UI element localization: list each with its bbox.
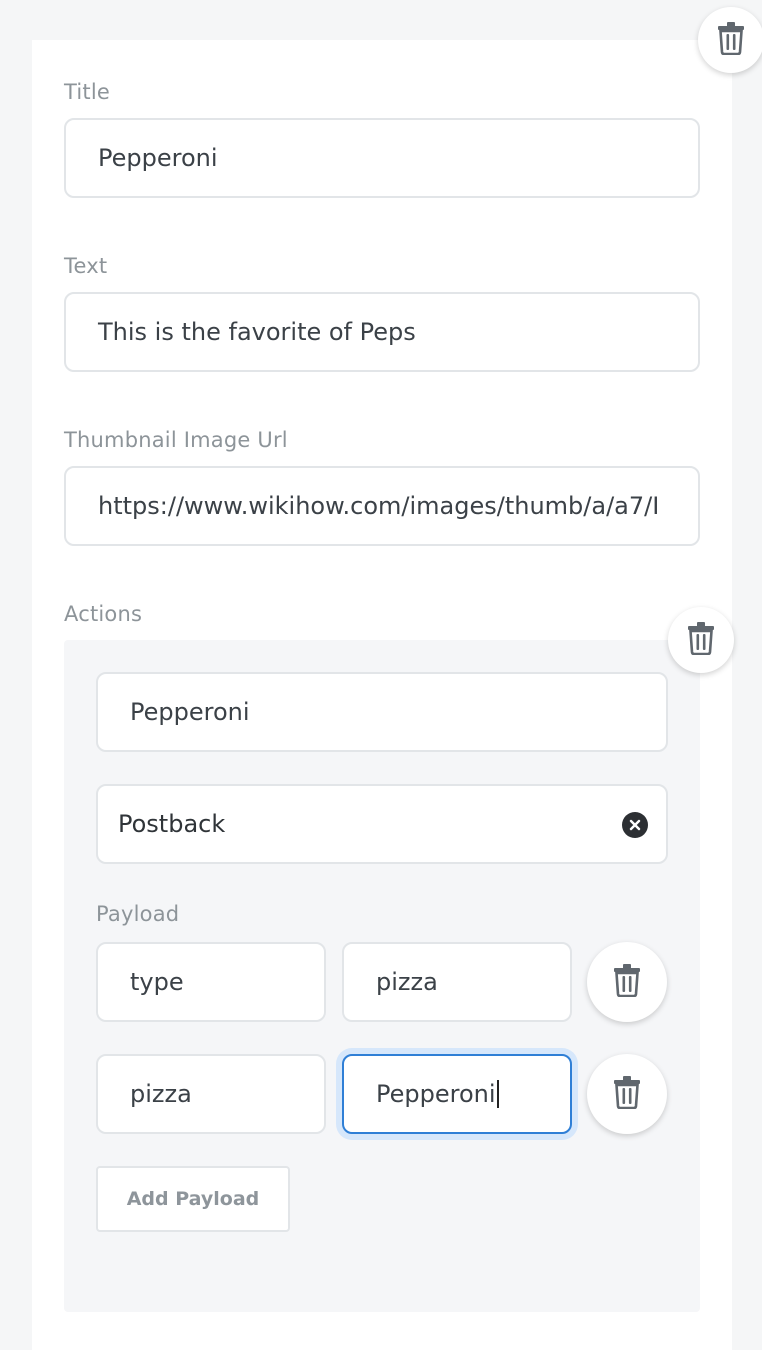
- payload-key-input[interactable]: type: [96, 942, 326, 1022]
- thumbnail-url-input[interactable]: https://www.wikihow.com/images/thumb/a/a…: [64, 466, 700, 546]
- card-editor: Title Pepperoni Text This is the favorit…: [32, 40, 734, 1350]
- delete-payload-button[interactable]: [587, 942, 667, 1022]
- payload-value-value: pizza: [376, 968, 438, 996]
- text-label: Text: [64, 254, 108, 278]
- action-panel: Pepperoni Postback Payload type pizza pi…: [64, 640, 700, 1312]
- payload-label: Payload: [96, 902, 180, 926]
- payload-value-value: Pepperoni: [376, 1080, 496, 1108]
- payload-value-input[interactable]: pizza: [342, 942, 572, 1022]
- text-caret: [496, 1080, 499, 1108]
- delete-action-button[interactable]: [668, 607, 734, 673]
- close-icon[interactable]: [622, 812, 648, 838]
- action-type-select[interactable]: Postback: [96, 784, 668, 864]
- payload-key-value: type: [130, 968, 184, 996]
- actions-label: Actions: [64, 602, 143, 626]
- action-type-value: Postback: [118, 810, 226, 838]
- payload-value-input[interactable]: Pepperoni: [342, 1054, 572, 1134]
- trash-icon: [613, 1075, 641, 1113]
- payload-key-input[interactable]: pizza: [96, 1054, 326, 1134]
- add-payload-button[interactable]: Add Payload: [96, 1166, 290, 1232]
- title-label: Title: [64, 80, 111, 104]
- delete-card-button[interactable]: [698, 7, 762, 73]
- thumbnail-url-value: https://www.wikihow.com/images/thumb/a/a…: [98, 492, 660, 520]
- payload-key-value: pizza: [130, 1080, 192, 1108]
- text-input[interactable]: This is the favorite of Peps: [64, 292, 700, 372]
- delete-payload-button[interactable]: [587, 1054, 667, 1134]
- trash-icon: [717, 21, 745, 59]
- action-title-input[interactable]: Pepperoni: [96, 672, 668, 752]
- trash-icon: [613, 963, 641, 1001]
- title-input-value: Pepperoni: [98, 144, 218, 172]
- thumbnail-label: Thumbnail Image Url: [64, 428, 288, 452]
- trash-icon: [687, 621, 715, 659]
- text-input-value: This is the favorite of Peps: [98, 318, 416, 346]
- action-title-value: Pepperoni: [130, 698, 250, 726]
- title-input[interactable]: Pepperoni: [64, 118, 700, 198]
